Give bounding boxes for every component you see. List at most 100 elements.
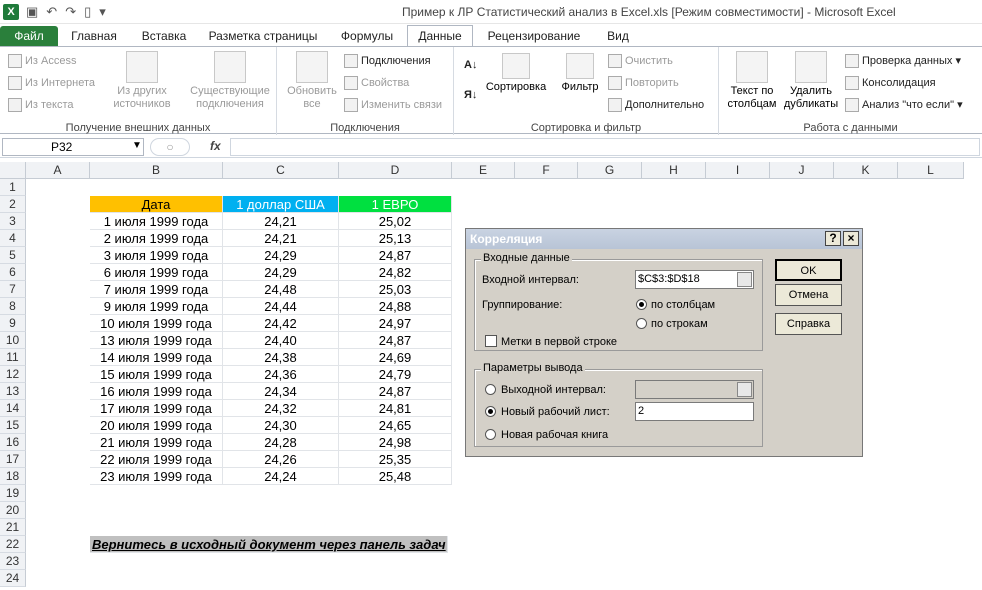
row-header[interactable]: 16 (0, 434, 26, 451)
row-header[interactable]: 4 (0, 230, 26, 247)
column-header[interactable]: D (339, 162, 452, 179)
usd-cell[interactable]: 24,29 (223, 264, 339, 281)
eur-cell[interactable]: 24,98 (339, 434, 452, 451)
date-cell[interactable]: 23 июля 1999 года (90, 468, 223, 485)
row-header[interactable]: 13 (0, 383, 26, 400)
row-header[interactable]: 2 (0, 196, 26, 213)
new-sheet-name-field[interactable]: 2 (635, 402, 754, 421)
radio-by-rows[interactable] (636, 318, 647, 329)
select-all-corner[interactable] (0, 162, 26, 179)
labels-first-row-checkbox[interactable] (485, 335, 497, 347)
date-cell[interactable]: 10 июля 1999 года (90, 315, 223, 332)
new-document-icon[interactable]: ▯ (84, 4, 91, 20)
insert-function-icon[interactable]: fx (210, 139, 221, 153)
column-header[interactable]: L (898, 162, 964, 179)
row-header[interactable]: 5 (0, 247, 26, 264)
usd-cell[interactable]: 24,44 (223, 298, 339, 315)
range-select-icon[interactable] (737, 382, 752, 397)
row-header[interactable]: 19 (0, 485, 26, 502)
date-cell[interactable]: 20 июля 1999 года (90, 417, 223, 434)
eur-cell[interactable]: 24,87 (339, 247, 452, 264)
tab-file[interactable]: Файл (0, 26, 58, 46)
row-header[interactable]: 18 (0, 468, 26, 485)
tab-data[interactable]: Данные (407, 25, 473, 47)
sort-button[interactable]: Сортировка (484, 53, 548, 94)
from-text-button[interactable]: Из текста (8, 98, 74, 112)
row-header[interactable]: 23 (0, 553, 26, 570)
date-cell[interactable]: 13 июля 1999 года (90, 332, 223, 349)
usd-cell[interactable]: 24,26 (223, 451, 339, 468)
eur-cell[interactable]: 24,69 (339, 349, 452, 366)
data-validation-button[interactable]: Проверка данных ▾ (845, 54, 961, 69)
column-header[interactable]: F (515, 162, 578, 179)
customize-qat-icon[interactable]: ▾ (99, 4, 106, 20)
eur-cell[interactable]: 24,87 (339, 332, 452, 349)
tab-view[interactable]: Вид (596, 26, 640, 46)
redo-icon[interactable]: ↷ (65, 4, 76, 20)
usd-cell[interactable]: 24,38 (223, 349, 339, 366)
row-header[interactable]: 15 (0, 417, 26, 434)
usd-cell[interactable]: 24,40 (223, 332, 339, 349)
date-cell[interactable]: 17 июля 1999 года (90, 400, 223, 417)
return-note[interactable]: Вернитесь в исходный документ через пане… (90, 536, 448, 553)
usd-cell[interactable]: 24,21 (223, 213, 339, 230)
radio-by-columns[interactable] (636, 299, 647, 310)
formula-input[interactable] (230, 138, 980, 156)
usd-cell[interactable]: 24,32 (223, 400, 339, 417)
eur-cell[interactable]: 25,13 (339, 230, 452, 247)
eur-cell[interactable]: 25,03 (339, 281, 452, 298)
row-header[interactable]: 22 (0, 536, 26, 553)
usd-cell[interactable]: 24,24 (223, 468, 339, 485)
eur-cell[interactable]: 24,79 (339, 366, 452, 383)
eur-cell[interactable]: 24,87 (339, 383, 452, 400)
properties-button[interactable]: Свойства (344, 76, 409, 90)
from-web-button[interactable]: Из Интернета (8, 76, 95, 90)
row-header[interactable]: 14 (0, 400, 26, 417)
filter-button[interactable]: Фильтр (558, 53, 602, 94)
consolidate-button[interactable]: Консолидация (845, 76, 936, 90)
column-header[interactable]: A (26, 162, 90, 179)
radio-new-sheet[interactable] (485, 406, 496, 417)
tab-page-layout[interactable]: Разметка страницы (203, 26, 323, 46)
usd-cell[interactable]: 24,29 (223, 247, 339, 264)
usd-cell[interactable]: 24,28 (223, 434, 339, 451)
chevron-down-icon[interactable]: ▼ (132, 140, 142, 151)
close-icon[interactable]: × (843, 231, 859, 246)
advanced-button[interactable]: Дополнительно (608, 98, 704, 112)
eur-cell[interactable]: 24,81 (339, 400, 452, 417)
name-box[interactable]: P32 (2, 138, 144, 156)
row-header[interactable]: 8 (0, 298, 26, 315)
column-header[interactable]: H (642, 162, 706, 179)
tab-home[interactable]: Главная (64, 26, 124, 46)
row-header[interactable]: 20 (0, 502, 26, 519)
row-header[interactable]: 3 (0, 213, 26, 230)
remove-duplicates-button[interactable]: Удалить дубликаты (781, 51, 841, 111)
usd-cell[interactable]: 24,48 (223, 281, 339, 298)
clear-button[interactable]: Очистить (608, 54, 673, 68)
help-button[interactable]: Справка (775, 313, 842, 335)
usd-cell[interactable]: 24,34 (223, 383, 339, 400)
radio-output-range[interactable] (485, 384, 496, 395)
help-icon[interactable]: ? (825, 231, 841, 246)
column-header[interactable]: K (834, 162, 898, 179)
sort-za-button[interactable]: Я↓ (464, 89, 477, 101)
tab-insert[interactable]: Вставка (134, 26, 194, 46)
eur-cell[interactable]: 24,97 (339, 315, 452, 332)
usd-cell[interactable]: 24,36 (223, 366, 339, 383)
date-cell[interactable]: 7 июля 1999 года (90, 281, 223, 298)
from-access-button[interactable]: Из Access (8, 54, 76, 68)
date-cell[interactable]: 14 июля 1999 года (90, 349, 223, 366)
tab-formulas[interactable]: Формулы (334, 26, 400, 46)
column-header[interactable]: J (770, 162, 834, 179)
date-cell[interactable]: 16 июля 1999 года (90, 383, 223, 400)
sort-az-button[interactable]: А↓ (464, 59, 477, 71)
column-header[interactable]: B (90, 162, 223, 179)
row-header[interactable]: 7 (0, 281, 26, 298)
column-header[interactable]: I (706, 162, 770, 179)
row-header[interactable]: 17 (0, 451, 26, 468)
text-to-columns-button[interactable]: Текст по столбцам (725, 51, 779, 111)
date-cell[interactable]: 9 июля 1999 года (90, 298, 223, 315)
header-eur[interactable]: 1 ЕВРО (339, 196, 452, 213)
column-header[interactable]: G (578, 162, 642, 179)
row-header[interactable]: 24 (0, 570, 26, 587)
